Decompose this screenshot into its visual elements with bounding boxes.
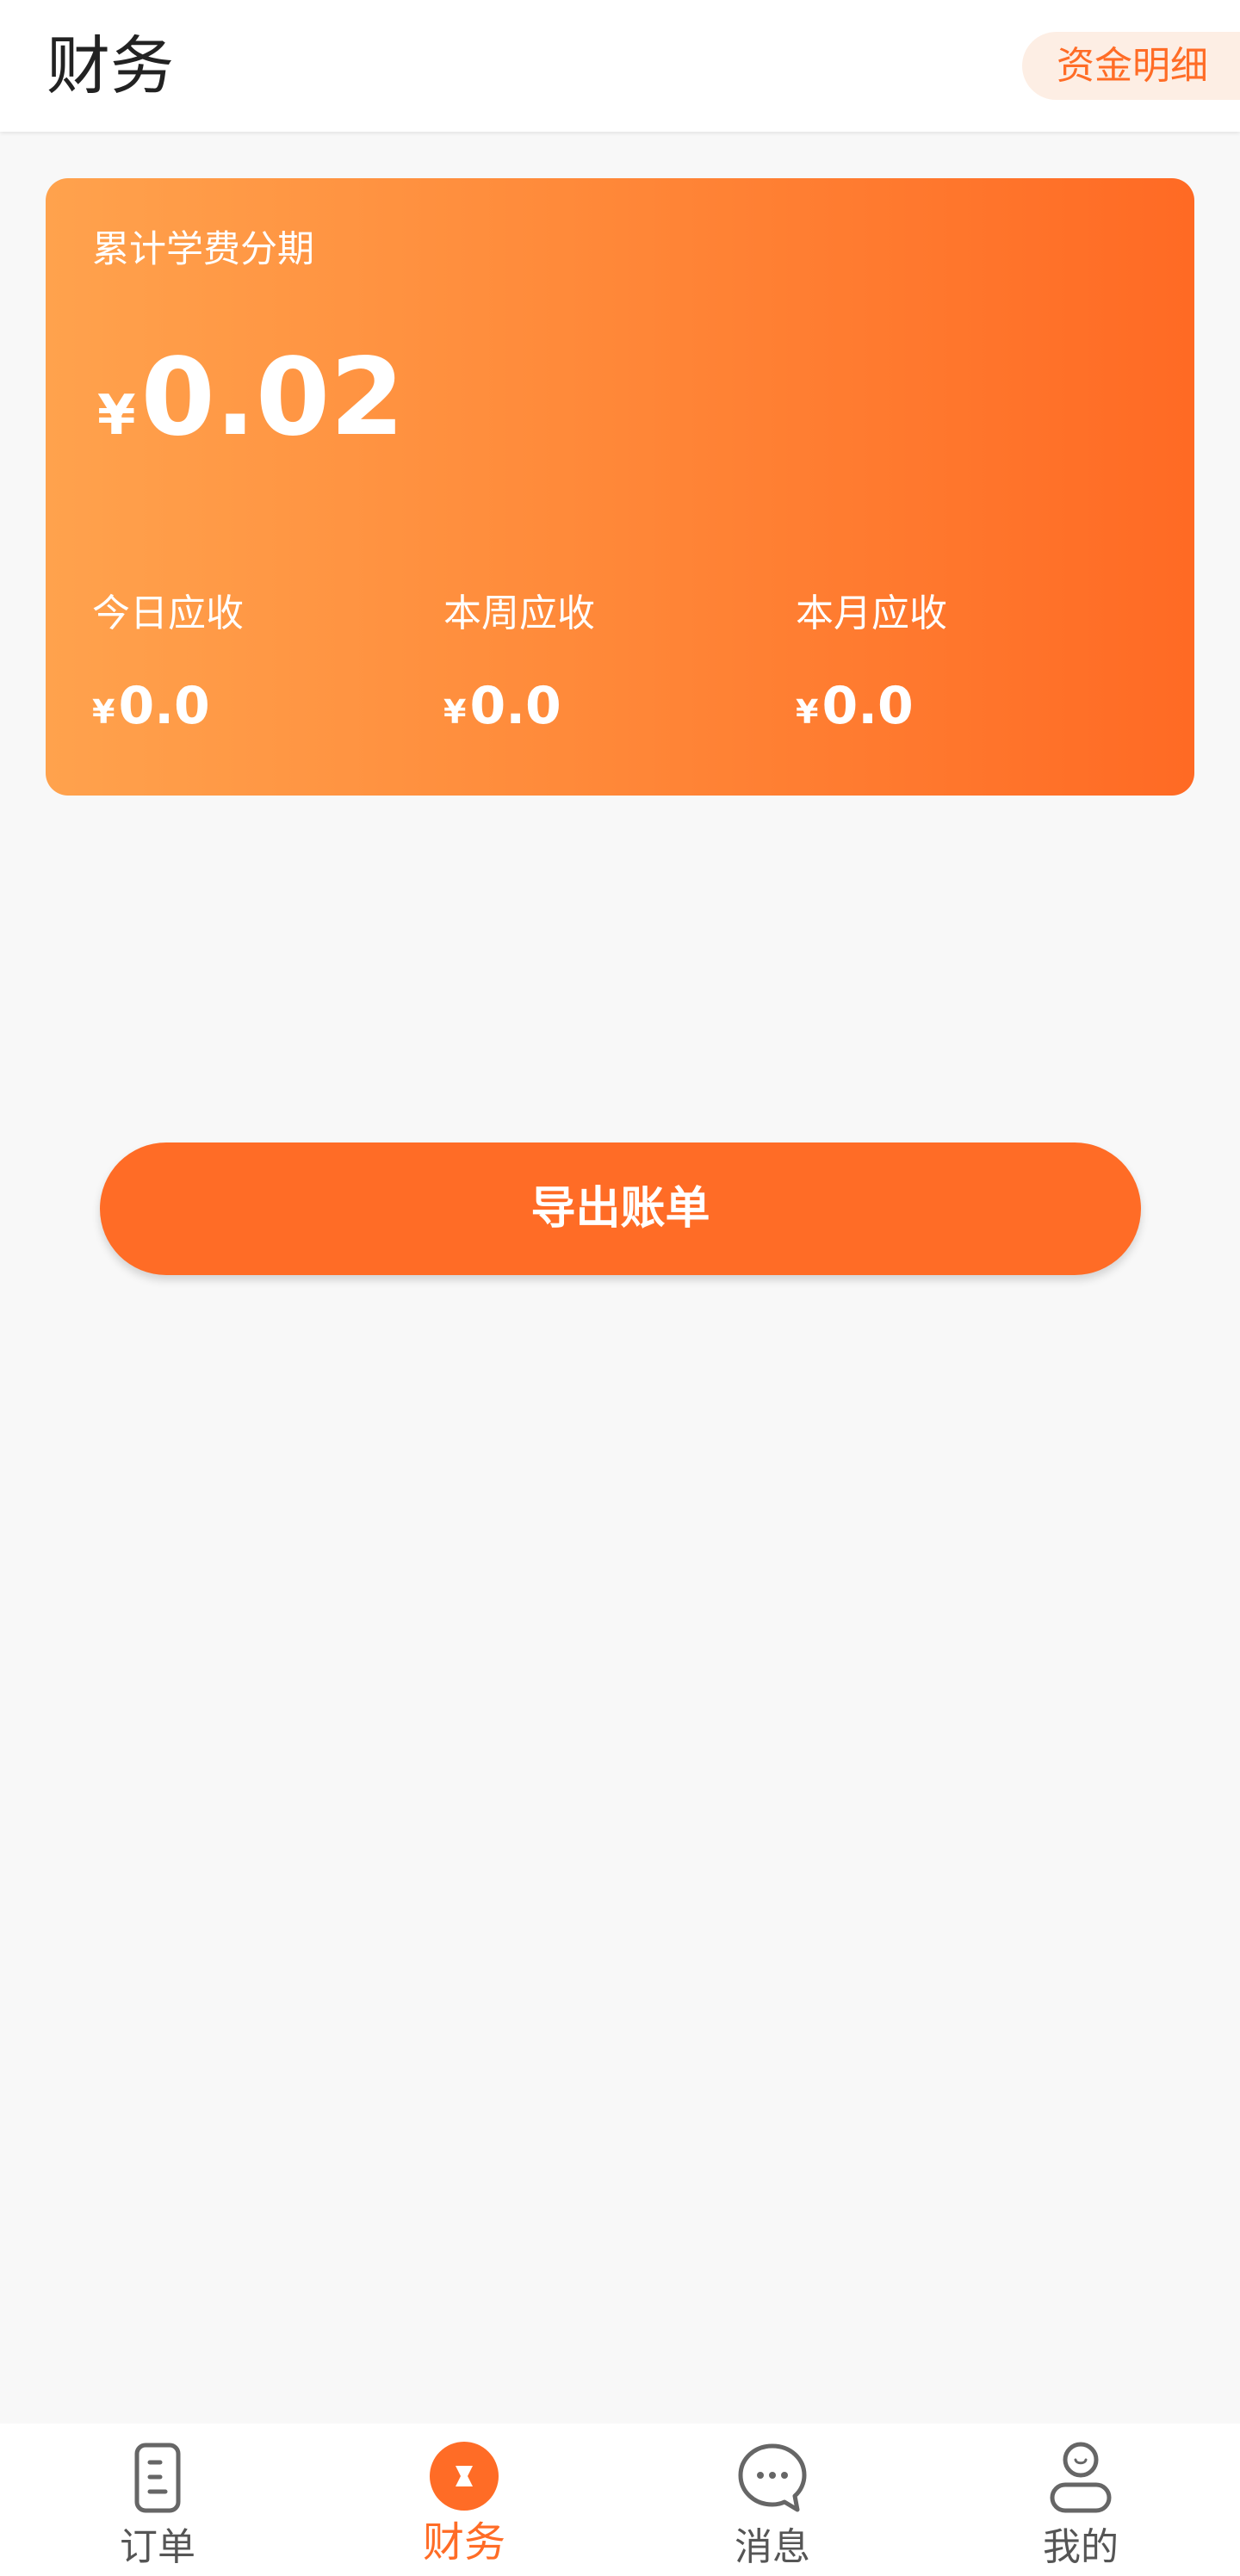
profile-icon xyxy=(1050,2442,1112,2513)
tab-label: 订单 xyxy=(120,2525,195,2569)
stat-value: ¥0.0 xyxy=(796,676,1140,736)
currency-symbol: ¥ xyxy=(443,693,467,731)
stat-today-receivable: 今日应收 ¥0.0 xyxy=(92,591,437,736)
tab-label: 我的 xyxy=(1043,2525,1119,2569)
fund-details-button[interactable]: 资金明细 xyxy=(1022,32,1240,100)
stat-month-receivable: 本月应收 ¥0.0 xyxy=(796,591,1140,736)
stat-label: 本周应收 xyxy=(443,591,595,635)
stat-value: ¥0.0 xyxy=(443,676,788,736)
stat-value: ¥0.0 xyxy=(92,676,437,736)
tab-label: 财务 xyxy=(422,2518,505,2567)
stat-amount: 0.0 xyxy=(118,676,210,736)
total-amount-value: 0.02 xyxy=(140,336,405,460)
total-installment-amount: ¥0.02 xyxy=(97,333,404,462)
message-icon xyxy=(738,2443,807,2512)
stat-week-receivable: 本周应收 ¥0.0 xyxy=(443,591,788,736)
stat-label: 本月应收 xyxy=(796,591,947,635)
top-app-bar: 财务 资金明细 xyxy=(0,0,1240,132)
export-bill-button[interactable]: 导出账单 xyxy=(100,1142,1141,1275)
tab-label: 消息 xyxy=(735,2525,810,2569)
tab-profile[interactable]: 我的 xyxy=(926,2424,1236,2576)
tab-orders[interactable]: 订单 xyxy=(3,2424,313,2576)
bottom-tab-bar: 订单 财务 消息 我的 xyxy=(0,2424,1240,2576)
page-title: 财务 xyxy=(46,29,174,103)
currency-symbol: ¥ xyxy=(796,693,819,731)
tab-finance[interactable]: 财务 xyxy=(309,2424,619,2576)
tuition-installment-summary-card: 累计学费分期 ¥0.02 今日应收 ¥0.0 本周应收 ¥0.0 本月应收 ¥0… xyxy=(46,178,1194,796)
currency-symbol: ¥ xyxy=(97,384,136,448)
stat-amount: 0.0 xyxy=(822,676,914,736)
stat-label: 今日应收 xyxy=(92,591,244,635)
stat-amount: 0.0 xyxy=(469,676,561,736)
finance-icon xyxy=(430,2442,499,2511)
total-installment-label: 累计学费分期 xyxy=(92,228,314,271)
tab-messages[interactable]: 消息 xyxy=(617,2424,927,2576)
currency-symbol: ¥ xyxy=(92,693,115,731)
order-icon xyxy=(134,2443,181,2513)
